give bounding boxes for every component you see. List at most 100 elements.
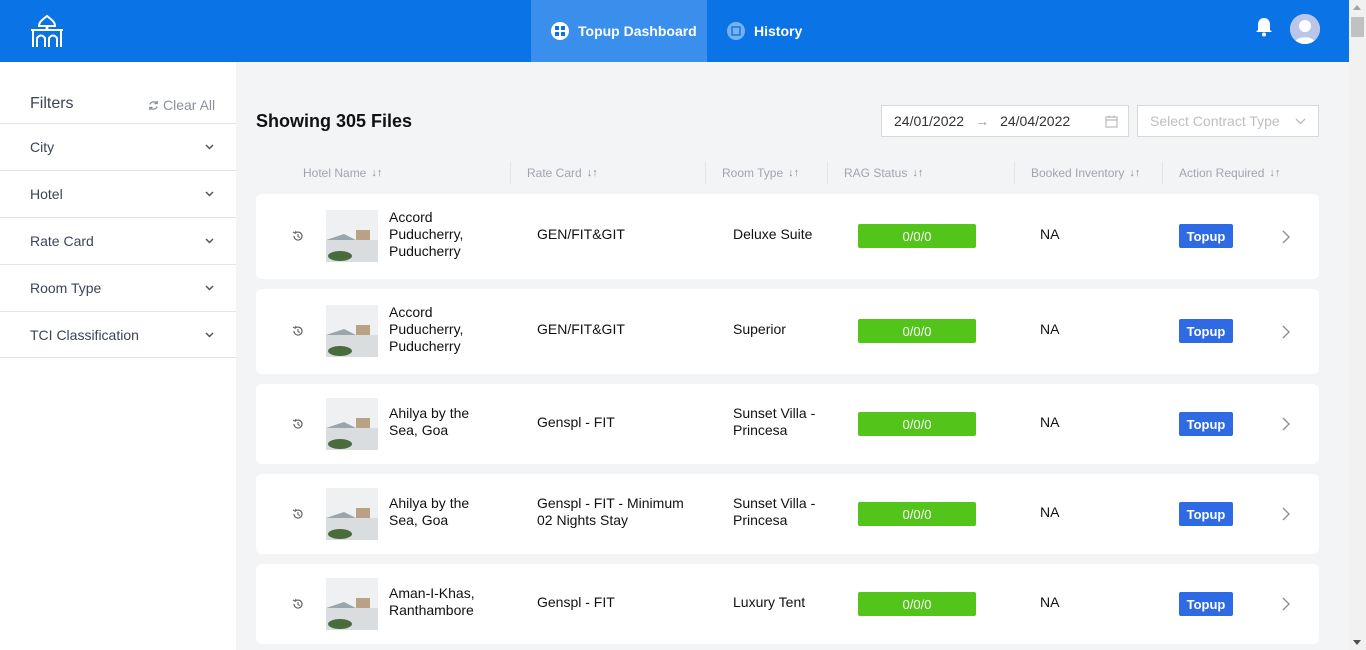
column-hotel-name[interactable]: Hotel Name ↓↑ [303,166,382,180]
chevron-down-icon [205,191,214,197]
chevron-right-icon[interactable] [1281,230,1291,244]
chevron-down-icon [205,238,214,244]
column-booked-inventory[interactable]: Booked Inventory ↓↑ [1031,166,1140,180]
scroll-up-icon[interactable] [1353,5,1361,10]
filters-sidebar: Filters Clear All City Hotel Rate Card R… [0,62,236,650]
rate-card: Genspl - FIT [537,414,615,430]
sort-icon: ↓↑ [586,167,598,179]
sort-icon: ↓↑ [1269,167,1281,179]
filter-hotel[interactable]: Hotel [0,170,236,217]
scroll-down-icon[interactable] [1353,640,1361,645]
page-scrollbar[interactable] [1349,0,1366,650]
history-icon[interactable] [292,230,304,242]
rate-card: GEN/FIT&GIT [537,226,625,242]
chevron-right-icon[interactable] [1281,325,1291,339]
booked-inventory: NA [1040,321,1060,337]
chevron-down-icon [1295,118,1306,124]
table-row[interactable]: Accord Puducherry, Puducherry GEN/FIT&GI… [256,289,1319,374]
filter-label: Hotel [30,186,63,202]
column-room-type[interactable]: Room Type ↓↑ [722,166,799,180]
calendar-icon [1105,115,1118,128]
hotel-thumbnail [326,578,378,630]
column-action-required[interactable]: Action Required ↓↑ [1179,166,1280,180]
dashboard-icon [551,22,569,40]
filter-city[interactable]: City [0,123,236,170]
tab-topup-dashboard[interactable]: Topup Dashboard [531,0,707,62]
filter-rate-card[interactable]: Rate Card [0,217,236,264]
column-rag-status[interactable]: RAG Status ↓↑ [844,166,923,180]
main-content: Showing 305 Files 24/01/2022 → 24/04/202… [236,62,1349,650]
column-label: Booked Inventory [1031,166,1125,180]
table-row[interactable]: Aman-I-Khas, Ranthambore Genspl - FIT Lu… [256,564,1319,644]
booked-inventory: NA [1040,226,1060,242]
topup-button[interactable]: Topup [1179,502,1233,526]
table-row[interactable]: Ahilya by the Sea, Goa Genspl - FIT - Mi… [256,474,1319,554]
room-type: Sunset Villa - Princesa [733,495,816,528]
filter-label: TCI Classification [30,326,139,343]
filter-label: Room Type [30,280,102,296]
topup-button[interactable]: Topup [1179,592,1233,616]
column-divider [1162,162,1163,184]
filter-list: City Hotel Rate Card Room Type TCI Class… [0,123,236,358]
booked-inventory: NA [1040,414,1060,430]
history-icon [727,22,745,40]
filter-room-type[interactable]: Room Type [0,264,236,311]
chevron-right-icon[interactable] [1281,417,1291,431]
rate-card: Genspl - FIT - Minimum 02 Nights Stay [537,495,684,528]
filters-title: Filters [30,95,74,112]
column-label: Hotel Name [303,166,367,180]
topup-button[interactable]: Topup [1179,412,1233,436]
table-row[interactable]: Accord Puducherry, Puducherry GEN/FIT&GI… [256,194,1319,279]
booked-inventory: NA [1040,504,1060,520]
hotel-name: Accord Puducherry, Puducherry [389,209,464,259]
hotel-thumbnail [326,488,378,540]
chevron-right-icon[interactable] [1281,597,1291,611]
hotel-thumbnail [326,398,378,450]
chevron-down-icon [205,285,214,291]
topup-button[interactable]: Topup [1179,319,1233,343]
sort-icon: ↓↑ [912,167,924,179]
page-title: Showing 305 Files [256,111,413,131]
rag-status-badge: 0/0/0 [858,592,976,616]
tab-label: History [754,23,803,39]
hotel-name: Accord Puducherry, Puducherry [389,304,464,354]
table-row[interactable]: Ahilya by the Sea, Goa Genspl - FIT Suns… [256,384,1319,464]
room-type: Sunset Villa - Princesa [733,405,816,438]
refresh-icon [149,100,158,110]
hotel-name: Aman-I-Khas, Ranthambore [389,585,475,618]
date-range-picker[interactable]: 24/01/2022 → 24/04/2022 [881,105,1129,137]
column-label: Rate Card [527,166,582,180]
history-icon[interactable] [292,508,304,520]
column-divider [510,162,511,184]
hotel-name: Ahilya by the Sea, Goa [389,495,470,528]
top-navbar: Topup Dashboard History [0,0,1349,62]
filter-tci-classification[interactable]: TCI Classification [0,311,236,358]
clear-all-label: Clear All [163,97,216,113]
filter-label: City [30,139,55,155]
palace-logo-icon[interactable] [28,14,66,50]
bell-icon[interactable] [1255,17,1273,37]
rag-status-badge: 0/0/0 [858,224,976,248]
column-rate-card[interactable]: Rate Card ↓↑ [527,166,598,180]
contract-type-select[interactable]: Select Contract Type [1137,105,1319,137]
date-from[interactable]: 24/01/2022 [894,113,964,129]
tab-history[interactable]: History [727,0,827,62]
room-type: Superior [733,321,786,337]
tab-label: Topup Dashboard [578,23,697,39]
contract-type-placeholder: Select Contract Type [1150,113,1280,129]
user-avatar-icon[interactable] [1290,14,1320,44]
sort-icon: ↓↑ [1129,167,1141,179]
chevron-right-icon[interactable] [1281,507,1291,521]
history-icon[interactable] [292,418,304,430]
date-to[interactable]: 24/04/2022 [1000,113,1070,129]
hotel-thumbnail [326,210,378,262]
sort-icon: ↓↑ [371,167,383,179]
rag-status-badge: 0/0/0 [858,502,976,526]
history-icon[interactable] [292,325,304,337]
rate-card: Genspl - FIT [537,594,615,610]
scroll-thumb[interactable] [1351,17,1364,37]
column-label: RAG Status [844,166,908,180]
topup-button[interactable]: Topup [1179,224,1233,248]
clear-all-button[interactable]: Clear All [148,97,215,113]
history-icon[interactable] [292,598,304,610]
